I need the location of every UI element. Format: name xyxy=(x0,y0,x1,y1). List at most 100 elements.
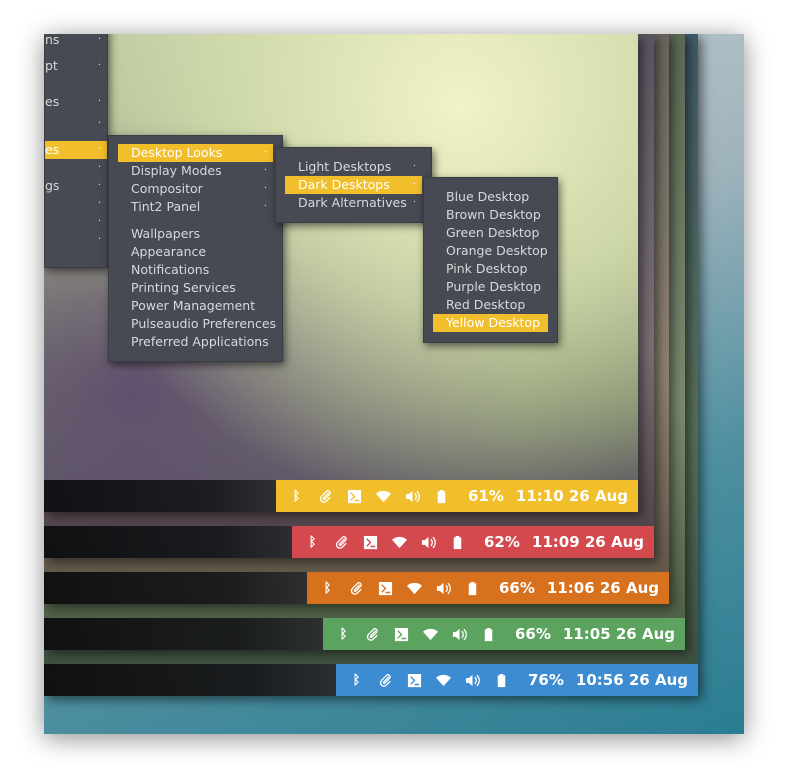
system-tray: ᛒ 62% 11:09 26 Aug xyxy=(292,526,654,558)
submenu-arrow-icon: · xyxy=(263,201,267,212)
system-tray: ᛒ 76% 10:56 26 Aug xyxy=(336,664,698,696)
volume-icon[interactable] xyxy=(451,626,468,643)
battery-icon[interactable] xyxy=(464,580,481,597)
root-menu: ns · pt · es · · es · · gs · · · · xyxy=(44,34,108,268)
paperclip-icon[interactable] xyxy=(317,488,334,505)
system-tray: ᛒ 66% 11:06 26 Aug xyxy=(307,572,669,604)
menu-item-tint2-panel[interactable]: Tint2 Panel · xyxy=(118,198,273,216)
battery-icon[interactable] xyxy=(493,672,510,689)
root-menu-item[interactable]: · xyxy=(45,231,107,249)
volume-icon[interactable] xyxy=(420,534,437,551)
root-menu-item[interactable]: · xyxy=(45,159,107,177)
panel-blue: ᛒ 76% 10:56 26 Aug xyxy=(44,664,698,696)
clock[interactable]: 11:10 26 Aug xyxy=(516,487,628,505)
submenu-arrow-icon: · xyxy=(263,165,267,176)
menu-item-dark-desktops[interactable]: Dark Desktops · xyxy=(285,176,422,194)
paperclip-icon[interactable] xyxy=(333,534,350,551)
preferences-menu: Desktop Looks · Display Modes · Compositor… xyxy=(108,135,283,362)
submenu-arrow-icon: · xyxy=(412,179,416,190)
volume-icon[interactable] xyxy=(435,580,452,597)
volume-icon[interactable] xyxy=(404,488,421,505)
root-menu-item[interactable]: · xyxy=(45,213,107,231)
root-menu-item[interactable]: · xyxy=(45,195,107,213)
battery-percent: 76% xyxy=(528,671,564,689)
screenshot-frame: ns · pt · es · · es · · gs · · · · Desktop Lo… xyxy=(44,34,744,734)
system-tray: ᛒ 66% 11:05 26 Aug xyxy=(323,618,685,650)
battery-percent: 62% xyxy=(484,533,520,551)
menu-item-compositor[interactable]: Compositor · xyxy=(118,180,273,198)
root-menu-item[interactable]: es · xyxy=(45,93,107,111)
menu-item-purple-desktop[interactable]: Purple Desktop xyxy=(433,278,548,296)
menu-item-red-desktop[interactable]: Red Desktop xyxy=(433,296,548,314)
wifi-icon[interactable] xyxy=(391,534,408,551)
menu-item-preferred-applications[interactable]: Preferred Applications xyxy=(118,333,273,351)
menu-item-yellow-desktop[interactable]: Yellow Desktop xyxy=(433,314,548,332)
wifi-icon[interactable] xyxy=(422,626,439,643)
submenu-arrow-icon: · xyxy=(263,183,267,194)
menu-item-printing-services[interactable]: Printing Services xyxy=(118,279,273,297)
menu-item-blue-desktop[interactable]: Blue Desktop xyxy=(433,188,548,206)
battery-percent: 61% xyxy=(468,487,504,505)
battery-icon[interactable] xyxy=(480,626,497,643)
menu-item-dark-alternatives[interactable]: Dark Alternatives · xyxy=(285,194,422,212)
volume-icon[interactable] xyxy=(464,672,481,689)
battery-icon[interactable] xyxy=(449,534,466,551)
submenu-arrow-icon: · xyxy=(412,161,416,172)
menu-item-pulseaudio-preferences[interactable]: Pulseaudio Preferences xyxy=(118,315,276,333)
taskbar-track xyxy=(44,618,323,650)
bluetooth-icon[interactable]: ᛒ xyxy=(335,626,352,643)
paperclip-icon[interactable] xyxy=(348,580,365,597)
taskbar-track xyxy=(44,480,276,512)
clock[interactable]: 11:06 26 Aug xyxy=(547,579,659,597)
root-menu-item[interactable]: · xyxy=(45,115,107,133)
terminal-icon[interactable] xyxy=(406,672,423,689)
panel-red: ᛒ 62% 11:09 26 Aug xyxy=(44,526,654,558)
menu-item-notifications[interactable]: Notifications xyxy=(118,261,273,279)
menu-item-desktop-looks[interactable]: Desktop Looks · xyxy=(118,144,273,162)
menu-separator xyxy=(118,216,282,225)
panel-orange: ᛒ 66% 11:06 26 Aug xyxy=(44,572,669,604)
terminal-icon[interactable] xyxy=(377,580,394,597)
battery-icon[interactable] xyxy=(433,488,450,505)
paperclip-icon[interactable] xyxy=(377,672,394,689)
panel-green: ᛒ 66% 11:05 26 Aug xyxy=(44,618,685,650)
wifi-icon[interactable] xyxy=(406,580,423,597)
menu-item-orange-desktop[interactable]: Orange Desktop xyxy=(433,242,548,260)
terminal-icon[interactable] xyxy=(362,534,379,551)
menu-item-green-desktop[interactable]: Green Desktop xyxy=(433,224,548,242)
bluetooth-icon[interactable]: ᛒ xyxy=(288,488,305,505)
root-menu-item-selected[interactable]: es · xyxy=(45,141,107,159)
root-menu-item[interactable]: ns · xyxy=(45,34,107,49)
battery-percent: 66% xyxy=(499,579,535,597)
terminal-icon[interactable] xyxy=(393,626,410,643)
menu-item-brown-desktop[interactable]: Brown Desktop xyxy=(433,206,548,224)
root-menu-item[interactable]: pt · xyxy=(45,57,107,75)
taskbar-track xyxy=(44,572,307,604)
wifi-icon[interactable] xyxy=(375,488,392,505)
clock[interactable]: 11:05 26 Aug xyxy=(563,625,675,643)
submenu-arrow-icon: · xyxy=(263,147,267,158)
dark-desktops-menu: Blue Desktop Brown Desktop Green Desktop… xyxy=(423,177,558,343)
desktop-looks-menu: Light Desktops · Dark Desktops · Dark Alte… xyxy=(275,147,432,223)
paperclip-icon[interactable] xyxy=(364,626,381,643)
menu-item-pink-desktop[interactable]: Pink Desktop xyxy=(433,260,548,278)
panel-yellow: ᛒ 61% 11:10 26 Aug xyxy=(44,480,638,512)
menu-item-power-management[interactable]: Power Management xyxy=(118,297,273,315)
clock[interactable]: 10:56 26 Aug xyxy=(576,671,688,689)
clock[interactable]: 11:09 26 Aug xyxy=(532,533,644,551)
terminal-icon[interactable] xyxy=(346,488,363,505)
system-tray: ᛒ 61% 11:10 26 Aug xyxy=(276,480,638,512)
wifi-icon[interactable] xyxy=(435,672,452,689)
submenu-arrow-icon: · xyxy=(412,197,416,208)
menu-item-light-desktops[interactable]: Light Desktops · xyxy=(285,158,422,176)
menu-item-wallpapers[interactable]: Wallpapers xyxy=(118,225,273,243)
root-menu-item[interactable]: gs · xyxy=(45,177,107,195)
taskbar-track xyxy=(44,526,292,558)
menu-item-appearance[interactable]: Appearance xyxy=(118,243,273,261)
bluetooth-icon[interactable]: ᛒ xyxy=(304,534,321,551)
menu-item-display-modes[interactable]: Display Modes · xyxy=(118,162,273,180)
taskbar-track xyxy=(44,664,336,696)
bluetooth-icon[interactable]: ᛒ xyxy=(319,580,336,597)
bluetooth-icon[interactable]: ᛒ xyxy=(348,672,365,689)
battery-percent: 66% xyxy=(515,625,551,643)
